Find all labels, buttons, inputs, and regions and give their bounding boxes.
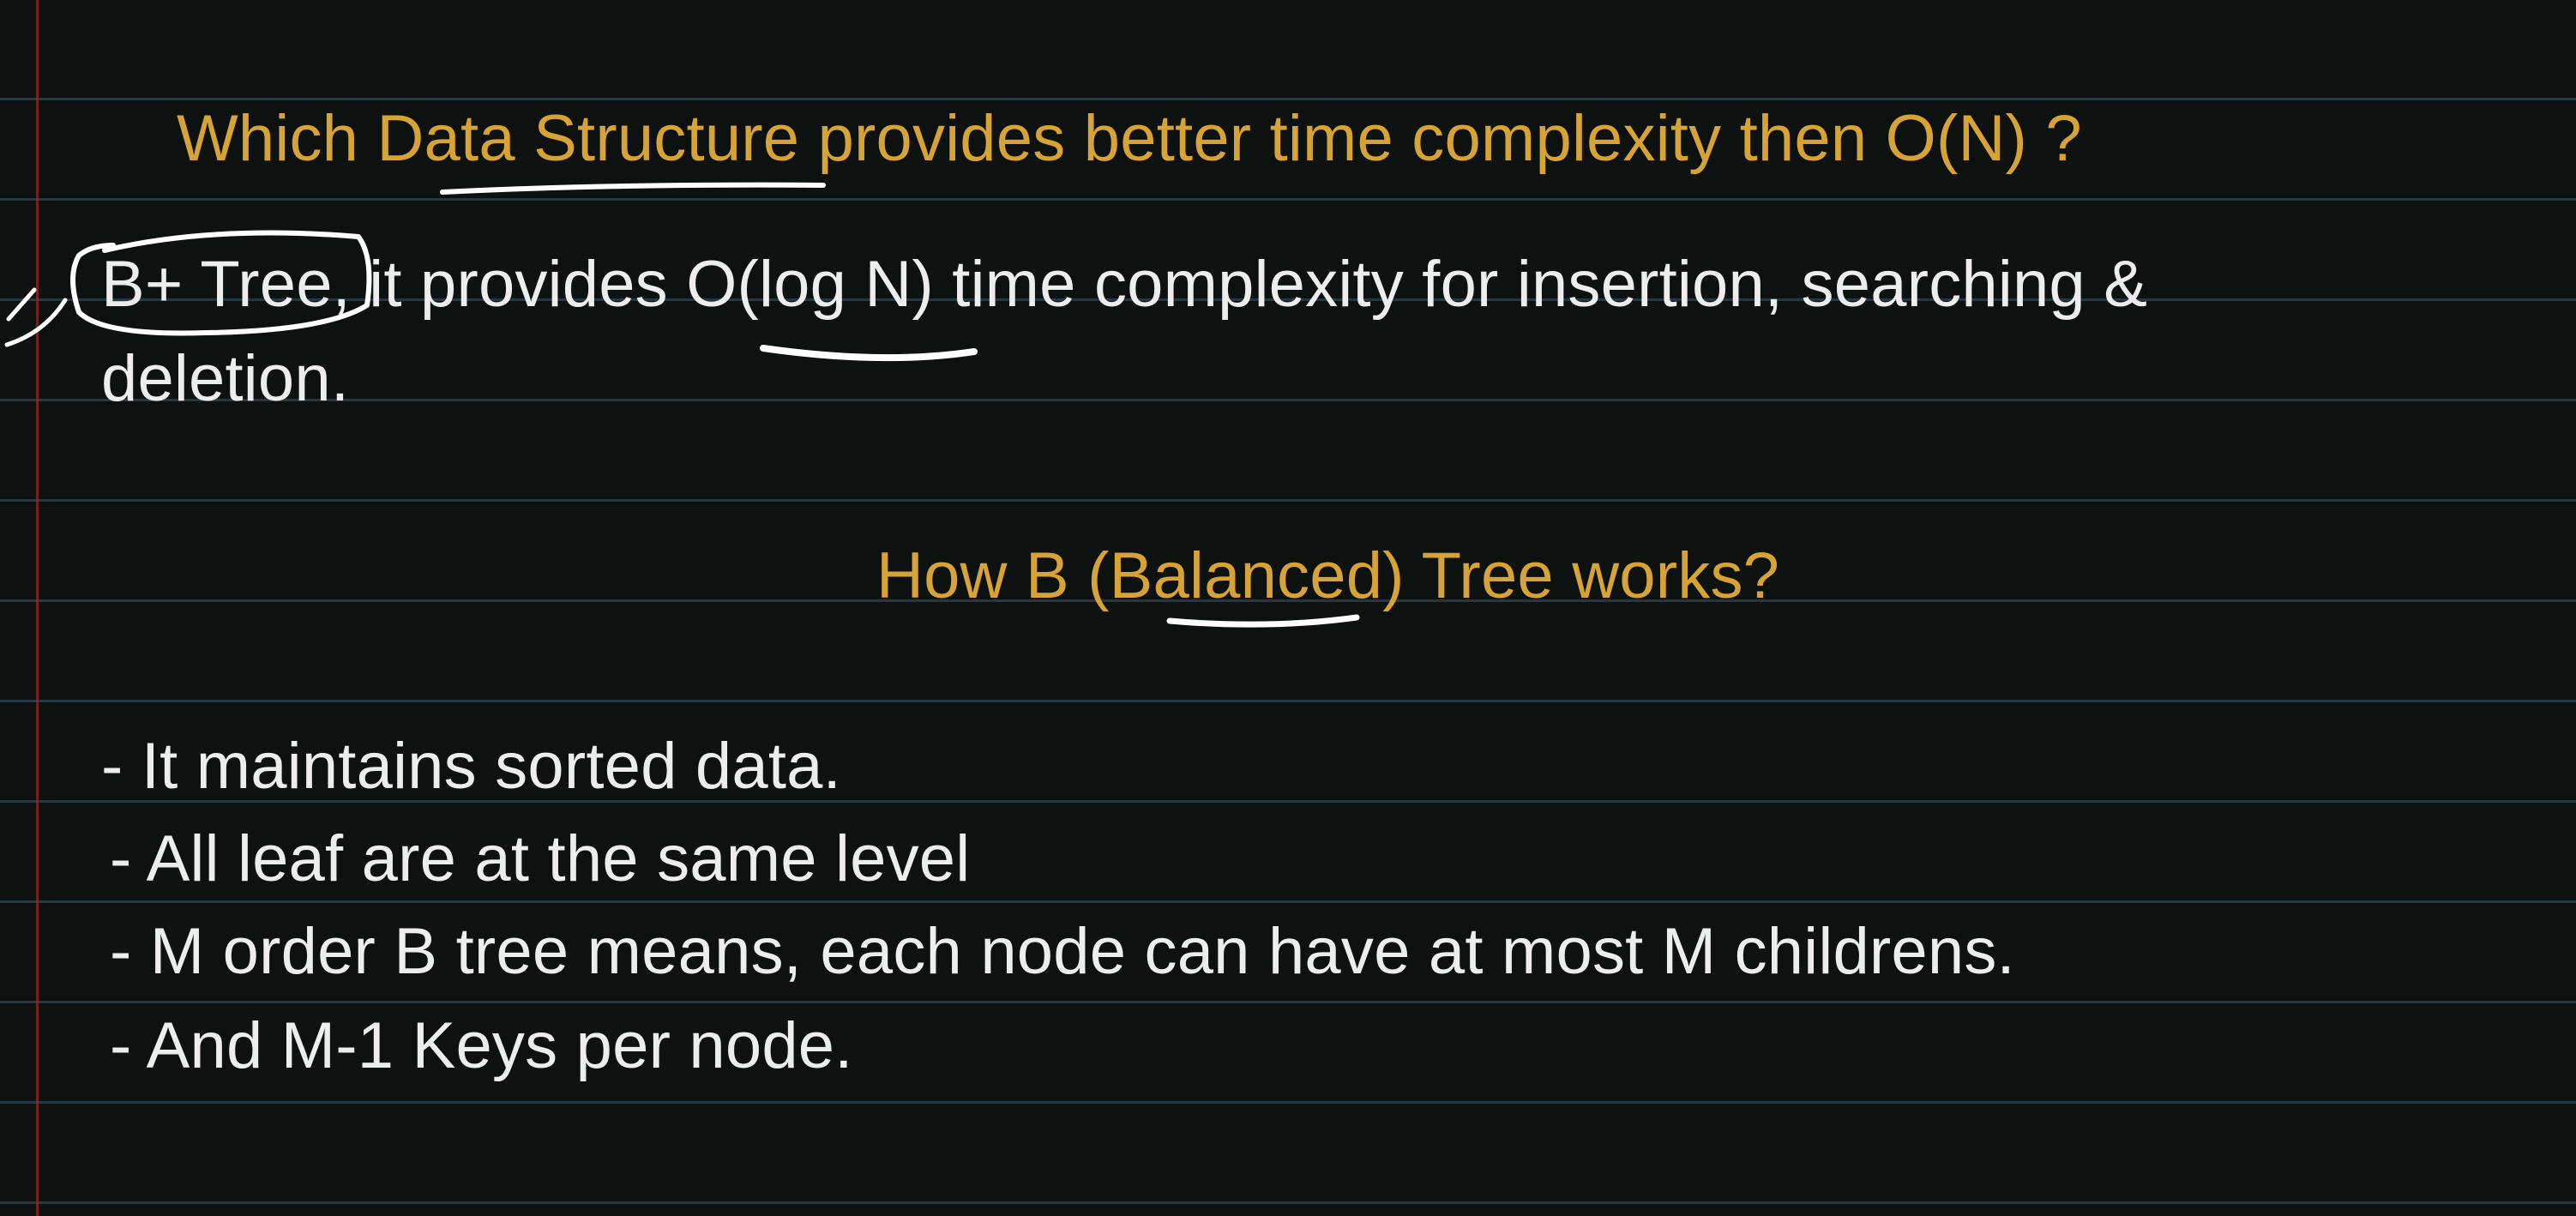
- margin-line: [36, 0, 39, 1216]
- question-heading: Which Data Structure provides better tim…: [177, 102, 2082, 175]
- underline-data-structure: [440, 182, 826, 195]
- answer-line-1: B+ Tree, it provides O(log N) time compl…: [101, 248, 2148, 321]
- bullet-point-sorted-data: - It maintains sorted data.: [101, 730, 841, 803]
- answer-line-2: deletion.: [101, 342, 350, 415]
- bullet-point-leaf-level: - All leaf are at the same level: [110, 822, 971, 895]
- bullet-point-m-order: - M order B tree means, each node can ha…: [110, 915, 2015, 988]
- underline-log-n: [760, 345, 978, 362]
- bullet-point-keys-per-node: - And M-1 Keys per node.: [110, 1009, 853, 1082]
- underline-balanced: [1166, 614, 1360, 628]
- section-heading: How B (Balanced) Tree works?: [876, 539, 1780, 612]
- notebook-page: Which Data Structure provides better tim…: [0, 0, 2576, 1216]
